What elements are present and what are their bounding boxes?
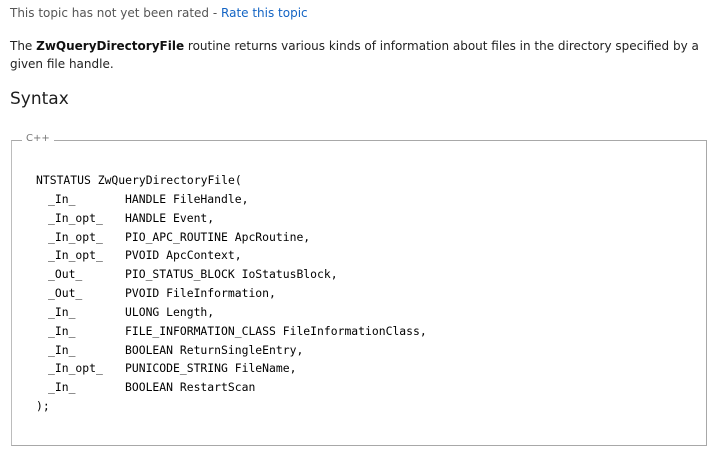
param-declaration: BOOLEAN RestartScan: [125, 380, 256, 395]
rating-separator: -: [209, 6, 222, 20]
code-param-line: _Out_ PIO_STATUS_BLOCK IoStatusBlock,: [36, 265, 427, 284]
code-param-line: _In_ ULONG Length,: [36, 303, 427, 322]
routine-name: ZwQueryDirectoryFile: [36, 39, 185, 53]
param-declaration: FILE_INFORMATION_CLASS FileInformationCl…: [125, 323, 427, 338]
param-annotation: _In_: [48, 380, 76, 395]
param-annotation: _In_: [48, 323, 76, 338]
code-param-line: _In_ BOOLEAN RestartScan: [36, 378, 427, 397]
param-declaration: PVOID ApcContext,: [125, 248, 242, 263]
param-declaration: PUNICODE_STRING FileName,: [125, 361, 297, 376]
param-declaration: HANDLE FileHandle,: [125, 191, 249, 206]
code-param-line: _In_opt_ PIO_APC_ROUTINE ApcRoutine,: [36, 228, 427, 247]
param-annotation: _In_opt_: [48, 210, 103, 225]
param-annotation: _Out_: [48, 267, 83, 282]
code-language-label: C++: [22, 133, 54, 144]
param-annotation: _In_opt_: [48, 248, 103, 263]
code-param-line: _Out_ PVOID FileInformation,: [36, 284, 427, 303]
param-declaration: PIO_APC_ROUTINE ApcRoutine,: [125, 229, 311, 244]
param-annotation: _In_opt_: [48, 229, 103, 244]
topic-rating-bar: This topic has not yet been rated - Rate…: [10, 6, 308, 20]
code-signature-open: NTSTATUS ZwQueryDirectoryFile(: [36, 173, 242, 187]
param-declaration: PIO_STATUS_BLOCK IoStatusBlock,: [125, 267, 338, 282]
rating-status-text: This topic has not yet been rated: [10, 6, 210, 20]
code-block: NTSTATUS ZwQueryDirectoryFile( _In_ HANDLE…: [36, 171, 427, 416]
param-declaration: HANDLE Event,: [125, 210, 215, 225]
param-declaration: BOOLEAN ReturnSingleEntry,: [125, 342, 304, 357]
code-param-line: _In_opt_ HANDLE Event,: [36, 209, 427, 228]
code-snippet-box: C++ NTSTATUS ZwQueryDirectoryFile( _In_ HA…: [11, 133, 707, 446]
code-param-line: _In_ HANDLE FileHandle,: [36, 190, 427, 209]
syntax-heading: Syntax: [10, 89, 69, 109]
param-annotation: _In_opt_: [48, 361, 103, 376]
code-param-line: _In_opt_ PVOID ApcContext,: [36, 246, 427, 265]
rate-this-topic-link[interactable]: Rate this topic: [221, 6, 308, 20]
routine-description: The ZwQueryDirectoryFile routine returns…: [10, 37, 710, 73]
code-param-line: _In_ FILE_INFORMATION_CLASS FileInformati…: [36, 322, 427, 341]
code-param-line: _In_opt_ PUNICODE_STRING FileName,: [36, 359, 427, 378]
param-annotation: _In_: [48, 342, 76, 357]
param-annotation: _In_: [48, 191, 76, 206]
param-annotation: _In_: [48, 304, 76, 319]
param-declaration: PVOID FileInformation,: [125, 286, 276, 301]
description-intro: The: [10, 39, 37, 53]
param-declaration: ULONG Length,: [125, 304, 215, 319]
code-param-line: _In_ BOOLEAN ReturnSingleEntry,: [36, 341, 427, 360]
param-annotation: _Out_: [48, 286, 83, 301]
code-signature-close: );: [36, 399, 50, 414]
